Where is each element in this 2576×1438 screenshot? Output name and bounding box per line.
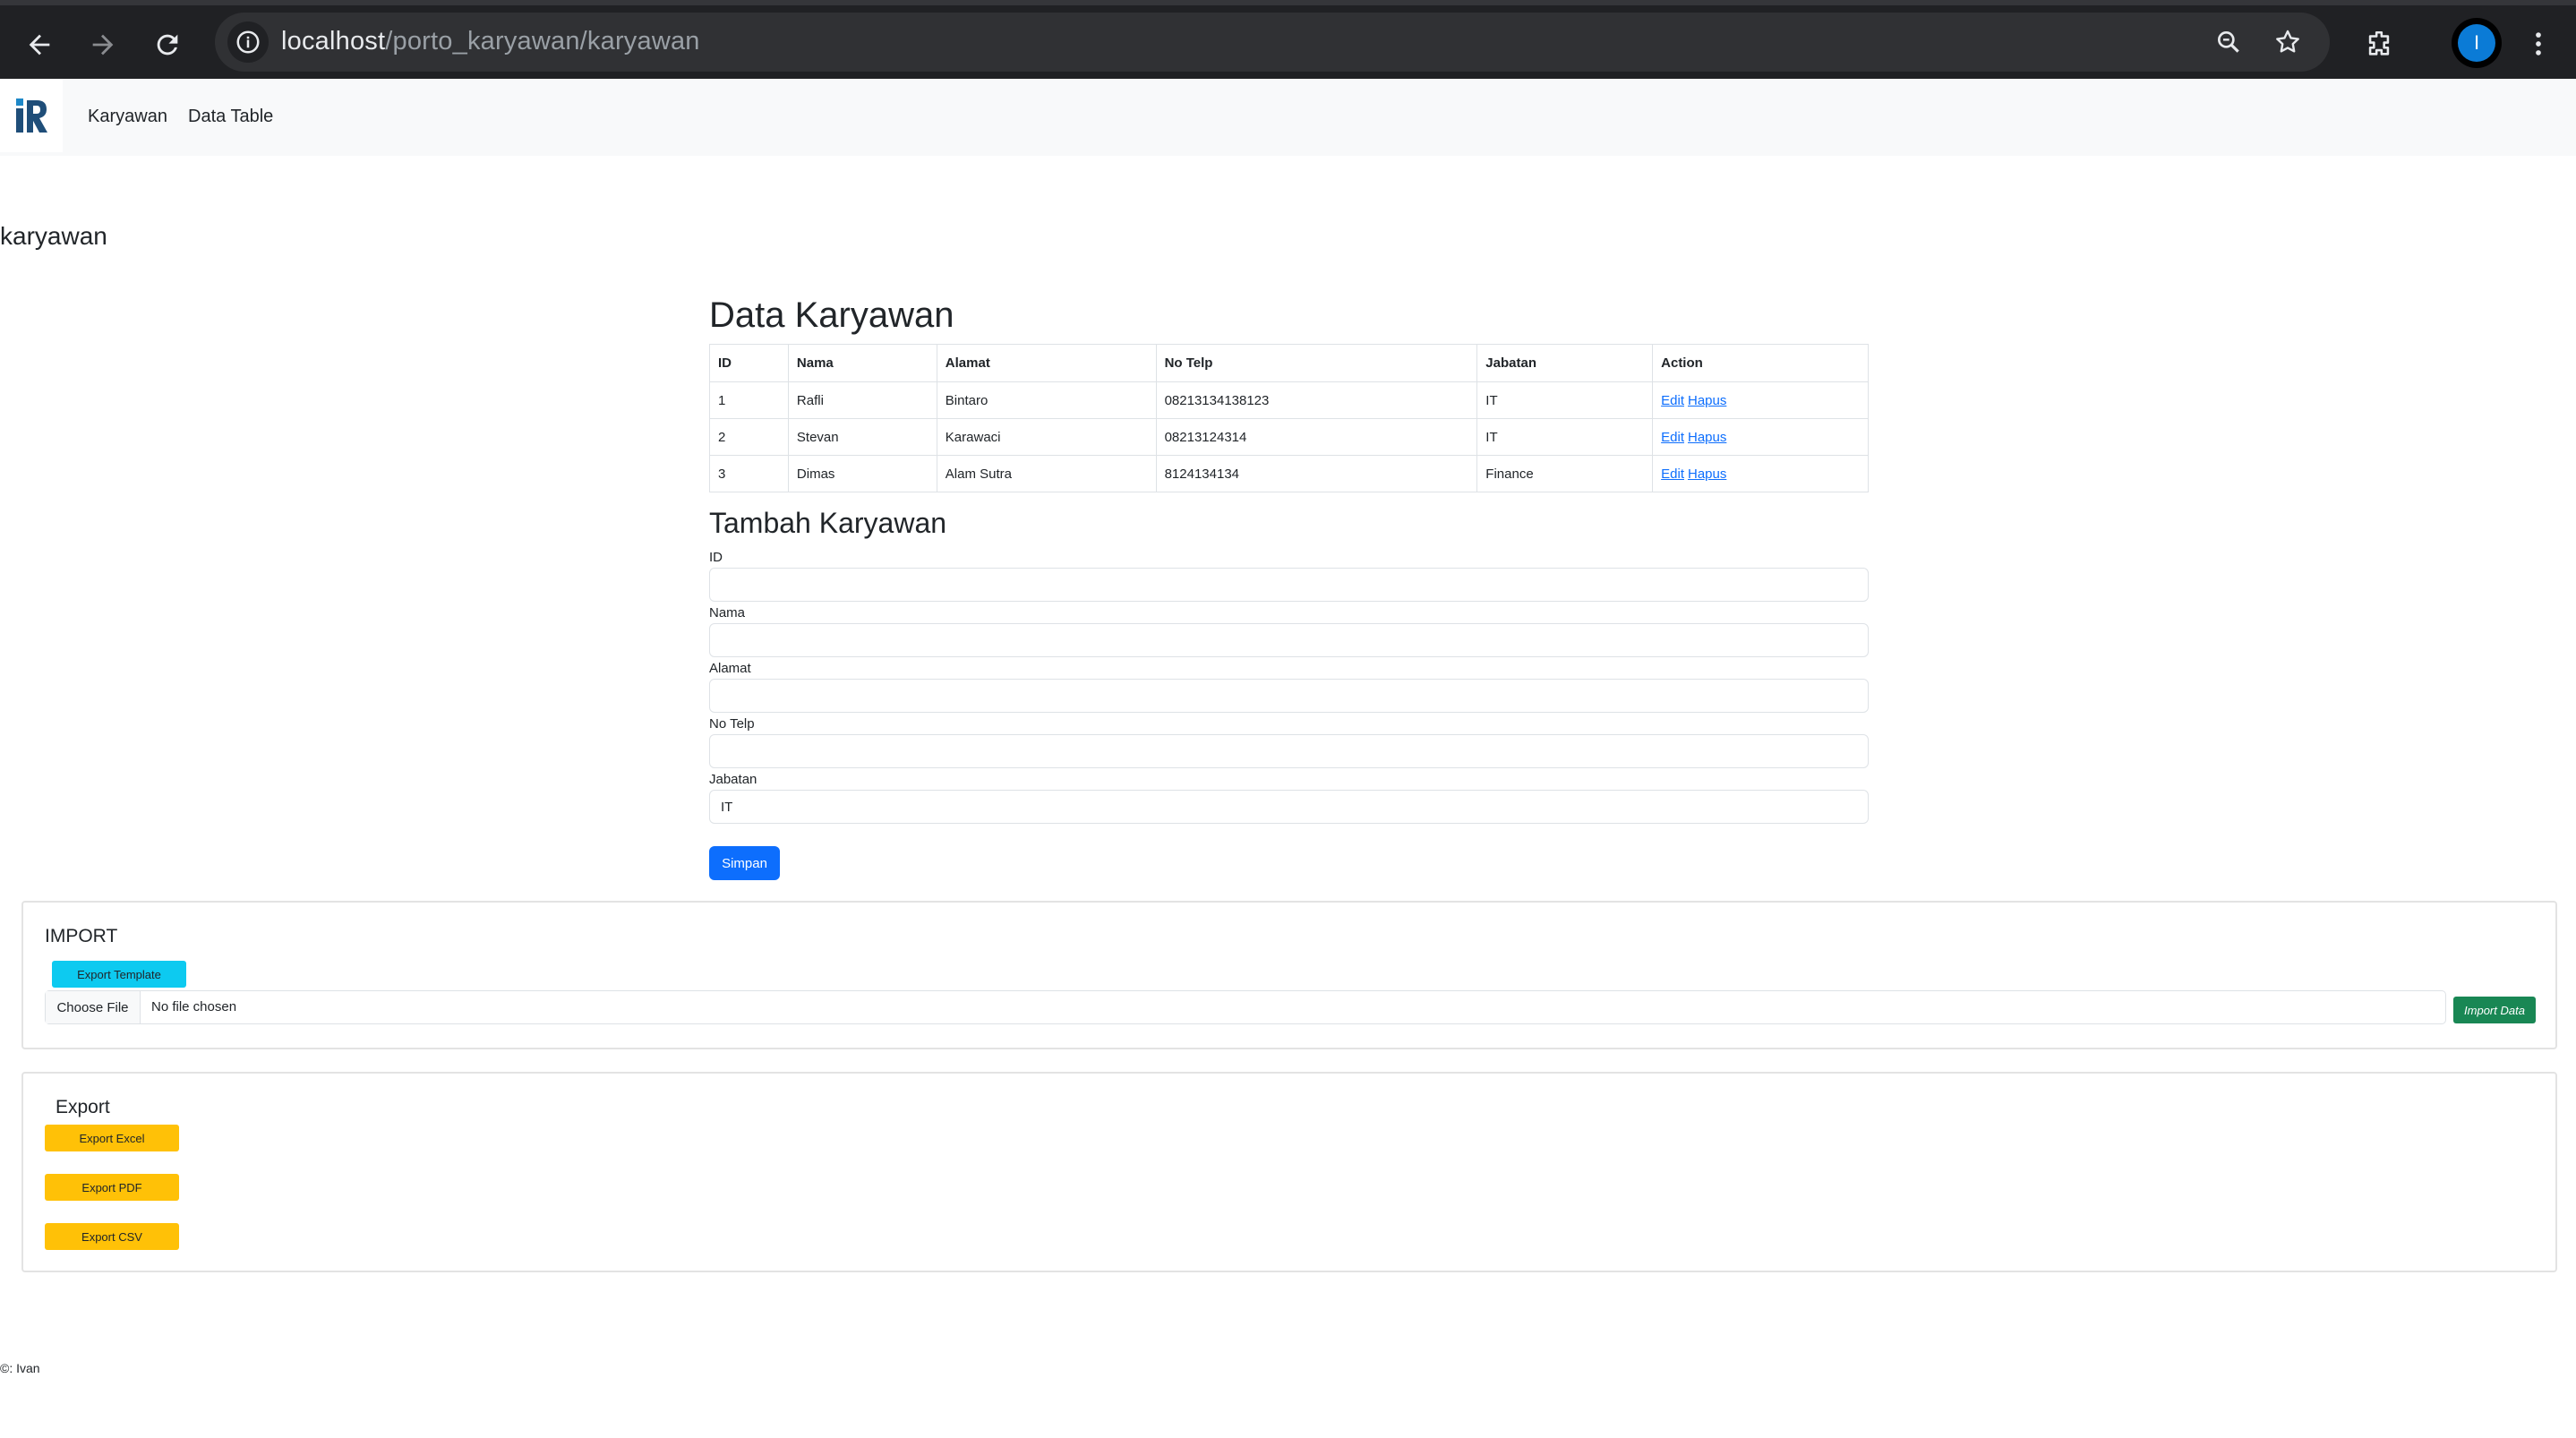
form-title: Tambah Karyawan [709, 507, 947, 539]
column-header-id: ID [709, 344, 789, 382]
cell-alamat: Bintaro [936, 381, 1157, 419]
url-text[interactable]: localhost/porto_karyawan/karyawan [281, 27, 700, 56]
file-input[interactable]: Choose File No file chosen [45, 990, 2446, 1024]
delete-link[interactable]: Hapus [1688, 393, 1726, 408]
url-host: localhost [281, 27, 386, 56]
cell-nama: Stevan [787, 418, 937, 456]
edit-link[interactable]: Edit [1661, 430, 1684, 445]
footer-credit: ©: Ivan [0, 1361, 40, 1375]
site-info-icon[interactable] [227, 21, 269, 63]
table-row: 1 Rafli Bintaro 08213134138123 IT Edit Ha… [709, 381, 1869, 419]
nav-link-karyawan[interactable]: Karyawan [88, 107, 167, 127]
cell-jabatan: IT [1476, 381, 1654, 419]
choose-file-button[interactable]: Choose File [46, 991, 141, 1023]
column-header-alamat: Alamat [936, 344, 1157, 382]
forward-icon[interactable] [81, 23, 124, 66]
cell-nama: Dimas [787, 455, 937, 492]
export-title: Export [56, 1097, 110, 1117]
more-menu-icon[interactable] [2518, 23, 2559, 64]
jabatan-input[interactable] [709, 790, 1869, 824]
nav-link-data-table[interactable]: Data Table [188, 107, 273, 127]
column-header-action: Action [1652, 344, 1869, 382]
browser-toolbar: localhost/porto_karyawan/karyawan I [0, 0, 2576, 79]
cell-nama: Rafli [787, 381, 937, 419]
cell-alamat: Karawaci [936, 418, 1157, 456]
table-row: 2 Stevan Karawaci 08213124314 IT Edit Hap… [709, 418, 1869, 456]
table-title: Data Karyawan [709, 295, 954, 335]
brand-logo[interactable] [0, 79, 63, 152]
column-header-nama: Nama [787, 344, 937, 382]
delete-link[interactable]: Hapus [1688, 466, 1726, 482]
export-template-button[interactable]: Export Template [52, 961, 186, 988]
page-heading: karyawan [0, 222, 107, 250]
nama-input[interactable] [709, 623, 1869, 657]
import-title: IMPORT [45, 926, 118, 946]
employee-table: ID Nama Alamat No Telp Jabatan Action 1 … [709, 344, 1869, 492]
no-telp-label: No Telp [709, 716, 755, 732]
address-bar[interactable]: localhost/porto_karyawan/karyawan [215, 13, 2330, 72]
cell-no-telp: 8124134134 [1155, 455, 1478, 492]
edit-link[interactable]: Edit [1661, 466, 1684, 482]
cell-alamat: Alam Sutra [936, 455, 1157, 492]
alamat-input[interactable] [709, 679, 1869, 713]
cell-no-telp: 08213124314 [1155, 418, 1478, 456]
cell-id: 1 [709, 381, 789, 419]
url-path: /porto_karyawan/karyawan [385, 27, 700, 56]
column-header-no-telp: No Telp [1155, 344, 1478, 382]
cell-no-telp: 08213134138123 [1155, 381, 1478, 419]
bookmark-star-icon[interactable] [2271, 25, 2305, 59]
back-icon[interactable] [18, 23, 61, 66]
alamat-label: Alamat [709, 661, 751, 676]
save-button[interactable]: Simpan [709, 846, 780, 880]
export-pdf-button[interactable]: Export PDF [45, 1174, 179, 1201]
file-status-text: No file chosen [151, 999, 237, 1014]
id-input[interactable] [709, 568, 1869, 602]
site-navbar: Karyawan Data Table [0, 79, 2576, 156]
cell-action: Edit Hapus [1652, 418, 1869, 456]
delete-link[interactable]: Hapus [1688, 430, 1726, 445]
table-row: 3 Dimas Alam Sutra 8124134134 Finance Ed… [709, 455, 1869, 492]
cell-id: 2 [709, 418, 789, 456]
cell-action: Edit Hapus [1652, 455, 1869, 492]
edit-link[interactable]: Edit [1661, 393, 1684, 408]
export-csv-button[interactable]: Export CSV [45, 1223, 179, 1250]
export-card: Export Export Excel Export PDF Export CS… [21, 1072, 2557, 1272]
cell-id: 3 [709, 455, 789, 492]
id-label: ID [709, 550, 723, 565]
table-header-row: ID Nama Alamat No Telp Jabatan Action [709, 344, 1869, 382]
cell-jabatan: Finance [1476, 455, 1654, 492]
extensions-icon[interactable] [2358, 23, 2400, 64]
zoom-icon[interactable] [2212, 25, 2246, 59]
export-excel-button[interactable]: Export Excel [45, 1125, 179, 1151]
jabatan-label: Jabatan [709, 772, 757, 787]
profile-avatar[interactable]: I [2452, 18, 2502, 68]
import-card: IMPORT Export Template Choose File No fi… [21, 901, 2557, 1049]
profile-initial: I [2458, 24, 2495, 62]
cell-jabatan: IT [1476, 418, 1654, 456]
column-header-jabatan: Jabatan [1476, 344, 1654, 382]
nama-label: Nama [709, 605, 746, 621]
reload-icon[interactable] [146, 23, 189, 66]
import-data-button[interactable]: Import Data [2453, 997, 2536, 1023]
cell-action: Edit Hapus [1652, 381, 1869, 419]
no-telp-input[interactable] [709, 734, 1869, 768]
